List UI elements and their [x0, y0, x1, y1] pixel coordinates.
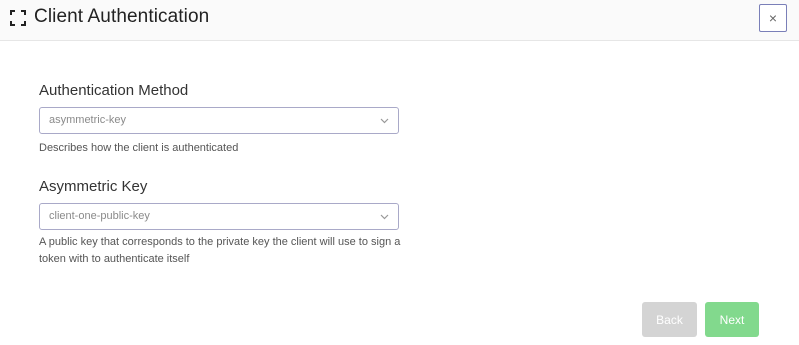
auth-method-field: Authentication Method asymmetric-key Des… — [39, 82, 399, 154]
close-icon: × — [768, 10, 778, 26]
dialog-title: Client Authentication — [34, 6, 210, 27]
auth-method-label: Authentication Method — [39, 82, 189, 99]
asymmetric-key-help: A public key that corresponds to the pri… — [39, 236, 401, 265]
next-button[interactable]: Next — [705, 302, 759, 337]
asymmetric-key-field: Asymmetric Key client-one-public-key A p… — [39, 178, 400, 265]
chevron-down-icon — [380, 118, 389, 124]
chevron-down-icon — [380, 214, 389, 220]
asymmetric-key-value: client-one-public-key — [49, 210, 150, 222]
expand-icon[interactable] — [10, 10, 26, 26]
auth-method-select[interactable]: asymmetric-key — [39, 107, 399, 134]
close-button[interactable]: × — [759, 4, 787, 32]
auth-method-help: Describes how the client is authenticate… — [39, 142, 239, 154]
asymmetric-key-label: Asymmetric Key — [39, 178, 148, 195]
auth-method-value: asymmetric-key — [49, 114, 127, 126]
back-button[interactable]: Back — [642, 302, 697, 337]
asymmetric-key-select[interactable]: client-one-public-key — [39, 203, 399, 230]
dialog-header: Client Authentication × — [0, 0, 799, 41]
